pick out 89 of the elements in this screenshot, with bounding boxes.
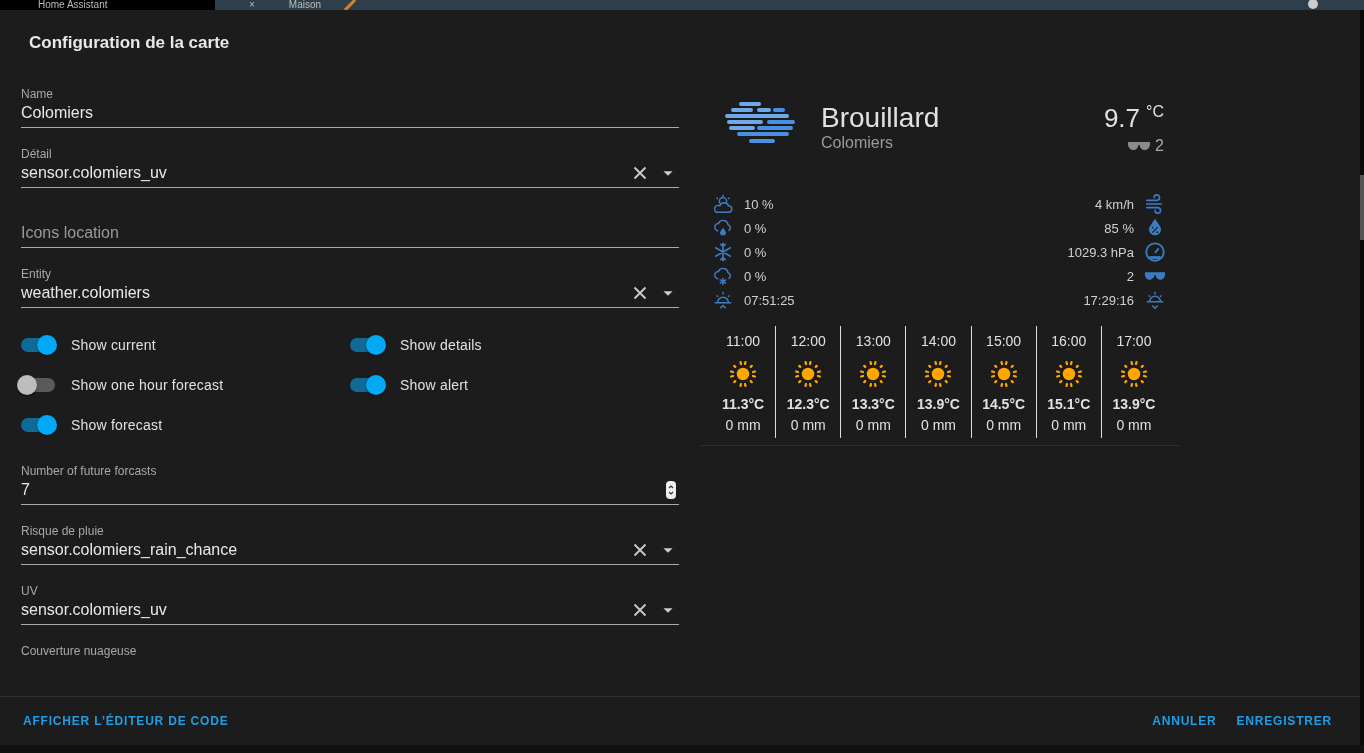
field-value: sensor.colomiers_uv <box>21 163 168 183</box>
toggle-label: Show details <box>400 337 482 353</box>
forecast-time: 16:00 <box>1051 332 1087 351</box>
forecast-temperature: 12.3°C <box>786 395 830 414</box>
forecast-temperature: 15.1°C <box>1047 395 1091 414</box>
detail-value: 17:29:16 <box>1083 292 1134 308</box>
sun-icon <box>858 359 889 389</box>
app-title: Home Assistant <box>0 0 215 10</box>
cloud-sun-icon <box>712 193 734 215</box>
toggle-switch[interactable] <box>350 375 386 395</box>
input-field[interactable]: Icons location <box>21 206 679 248</box>
detail-value: 10 % <box>744 196 774 212</box>
forecast-time: 14:00 <box>920 332 956 351</box>
code-editor-button[interactable]: AFFICHER L’ÉDITEUR DE CODE <box>13 706 239 736</box>
select-field[interactable]: Risque de pluie sensor.colomiers_rain_chance <box>21 523 679 565</box>
forecast-precipitation: 0 mm <box>921 416 956 435</box>
forecast-precipitation: 0 mm <box>790 416 826 435</box>
detail-value: 0 % <box>744 268 767 284</box>
toggle-label: Show current <box>71 337 156 353</box>
sun-icon <box>988 359 1019 389</box>
sunset-icon <box>1144 289 1166 311</box>
help-icon[interactable] <box>1308 0 1318 10</box>
tab-close[interactable]: × <box>249 0 255 10</box>
toggle-label: Show alert <box>400 377 469 393</box>
forecast-time: 12:00 <box>790 332 826 351</box>
input-field[interactable]: Name Colomiers <box>21 86 679 128</box>
gauge-icon <box>1144 241 1166 263</box>
field-label: Entity <box>21 266 51 282</box>
detail-value: 85 % <box>1104 220 1134 236</box>
cloud-drop-icon <box>712 217 734 239</box>
sun-icon <box>1118 359 1149 389</box>
forecast-time: 15:00 <box>986 332 1022 351</box>
temperature-value: 9.7 <box>1103 102 1141 134</box>
detail-value: 1029.3 hPa <box>1067 244 1134 260</box>
weather-condition: Brouillard <box>821 102 940 134</box>
select-field[interactable]: UV sensor.colomiers_uv <box>21 583 679 625</box>
forecast-time: 11:00 <box>726 332 761 351</box>
input-field[interactable]: Number of future forcasts 7 <box>21 463 679 505</box>
uv-value: 2 <box>1155 137 1164 155</box>
sunrise-icon <box>712 289 734 311</box>
spinner-icon[interactable] <box>666 481 676 499</box>
detail-value: 4 km/h <box>1095 196 1134 212</box>
detail-value: 2 <box>1126 268 1134 284</box>
forecast-temperature: 13.3°C <box>851 395 895 414</box>
toggle-label: Show one hour forecast <box>71 377 224 393</box>
weather-location: Colomiers <box>821 134 893 152</box>
select-field[interactable]: Détail sensor.colomiers_uv <box>21 146 679 188</box>
snowflake-icon <box>712 241 734 263</box>
toggle-switch[interactable] <box>21 415 57 435</box>
field-value: sensor.colomiers_uv <box>21 600 168 620</box>
dialog-title: Configuration de la carte <box>28 32 230 52</box>
cloud-snow-icon <box>712 265 734 287</box>
select-field[interactable]: Entity weather.colomiers <box>21 266 679 308</box>
detail-value: 0 % <box>744 244 767 260</box>
tab-title[interactable]: Maison <box>288 0 322 10</box>
forecast-precipitation: 0 mm <box>1116 416 1152 435</box>
toggle-switch[interactable] <box>21 335 57 355</box>
forecast-time: 13:00 <box>855 332 891 351</box>
field-label: Couverture nuageuse <box>21 643 137 659</box>
field-label: Risque de pluie <box>21 523 104 539</box>
pencil-icon[interactable] <box>343 0 358 10</box>
forecast-precipitation: 0 mm <box>1051 416 1087 435</box>
forecast-temperature: 13.9°C <box>1112 395 1156 414</box>
field-label: Number of future forcasts <box>21 463 157 479</box>
forecast-temperature: 14.5°C <box>982 395 1026 414</box>
forecast-precipitation: 0 mm <box>986 416 1022 435</box>
forecast-temperature: 11.3°C <box>721 395 765 414</box>
field-value: 7 <box>21 480 31 500</box>
dialog-button[interactable]: ENREGISTRER <box>1226 706 1342 736</box>
forecast-time: 17:00 <box>1116 332 1152 351</box>
sun-icon <box>923 359 954 389</box>
sun-icon <box>728 359 759 389</box>
field-label: UV <box>21 583 38 599</box>
field-label: Détail <box>21 146 52 162</box>
field-value: Colomiers <box>21 103 94 123</box>
field-label: Name <box>21 86 53 102</box>
forecast-precipitation: 0 mm <box>855 416 891 435</box>
temperature-unit: °C <box>1146 102 1164 122</box>
field-value: weather.colomiers <box>21 283 151 303</box>
toggle-switch[interactable] <box>350 335 386 355</box>
field-value: sensor.colomiers_rain_chance <box>21 540 239 560</box>
toggle-label: Show forecast <box>71 417 163 433</box>
sun-icon <box>793 359 824 389</box>
forecast-temperature: 13.9°C <box>917 395 960 414</box>
detail-value: 0 % <box>744 220 767 236</box>
dialog-button[interactable]: ANNULER <box>1142 706 1227 736</box>
detail-value: 07:51:25 <box>744 292 795 308</box>
sun-icon <box>1053 359 1084 389</box>
forecast-precipitation: 0 mm <box>725 416 761 435</box>
